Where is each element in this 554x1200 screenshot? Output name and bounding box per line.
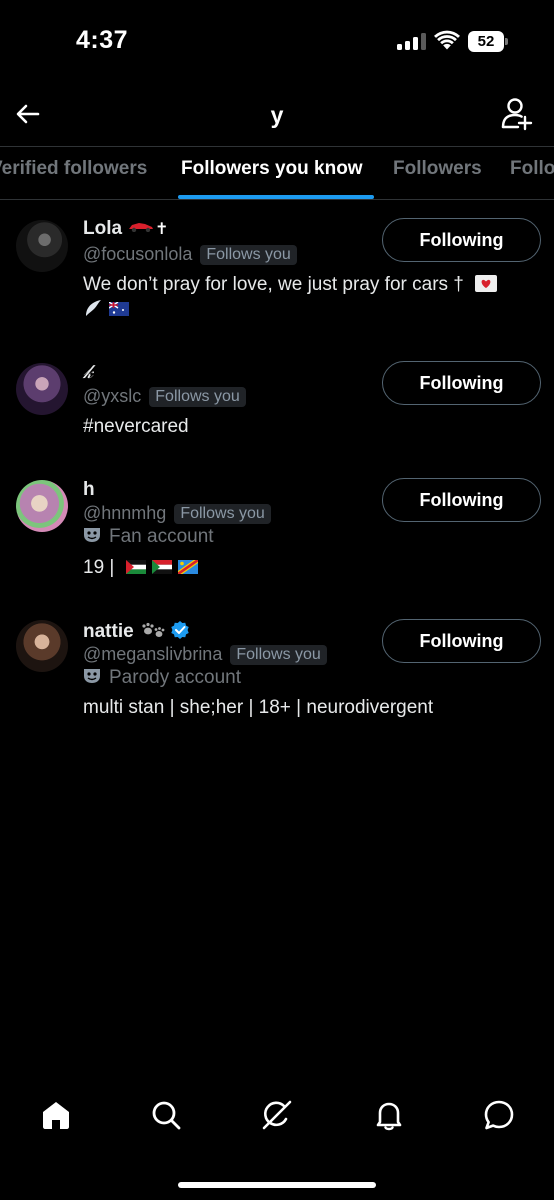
- wifi-icon: [434, 30, 460, 50]
- user-name[interactable]: Lola ✝: [83, 218, 168, 240]
- home-icon[interactable]: [39, 1098, 73, 1132]
- search-icon[interactable]: [149, 1098, 183, 1132]
- avatar[interactable]: [16, 220, 68, 272]
- notifications-bell-icon[interactable]: [372, 1098, 406, 1132]
- page-title: y: [270, 102, 284, 128]
- account-label: Parody account: [83, 667, 241, 689]
- user-bio: #nevercared: [83, 416, 189, 437]
- tab-followers[interactable]: Followers: [393, 158, 482, 180]
- following-button[interactable]: Following: [382, 619, 541, 663]
- paw-prints-emoji: [142, 622, 165, 637]
- tab-following[interactable]: Following: [510, 158, 554, 180]
- status-bar: 4:37 52: [0, 0, 554, 84]
- add-user-icon[interactable]: [498, 96, 534, 132]
- cross-emoji: ✝: [155, 221, 169, 238]
- user-handle: @meganslivbrina Follows you: [83, 644, 327, 665]
- list-item[interactable]: 𝓀 @yxslc Follows you #nevercared Followin…: [0, 350, 554, 465]
- wing-emoji: [86, 300, 101, 316]
- user-bio: 19 |: [83, 555, 523, 580]
- battery-level: 52: [468, 31, 504, 52]
- follows-you-badge: Follows you: [200, 245, 297, 265]
- following-button[interactable]: Following: [382, 478, 541, 522]
- battery-icon: 52: [468, 31, 508, 52]
- user-handle: @yxslc Follows you: [83, 386, 246, 407]
- user-handle: @focusonlola Follows you: [83, 244, 297, 265]
- tab-followers-you-know[interactable]: Followers you know: [181, 158, 363, 180]
- avatar[interactable]: [16, 480, 68, 532]
- active-tab-indicator: [178, 195, 374, 199]
- following-button[interactable]: Following: [382, 218, 541, 262]
- user-name[interactable]: 𝓀: [83, 362, 93, 384]
- home-indicator[interactable]: [178, 1182, 376, 1188]
- follows-you-badge: Follows you: [230, 645, 327, 665]
- following-button[interactable]: Following: [382, 361, 541, 405]
- bottom-navigation: [0, 1080, 554, 1160]
- australia-flag-emoji: [109, 302, 129, 316]
- top-app-bar: y: [0, 84, 554, 146]
- avatar[interactable]: [16, 620, 68, 672]
- follows-you-badge: Follows you: [174, 504, 271, 524]
- user-name[interactable]: h: [83, 479, 95, 501]
- palestine-flag-emoji: [125, 560, 146, 574]
- theater-masks-icon: [84, 528, 100, 542]
- follows-you-badge: Follows you: [149, 387, 246, 407]
- user-bio: multi stan | she;her | 18+ | neurodiverg…: [83, 697, 434, 718]
- theater-masks-icon: [84, 669, 100, 683]
- user-bio: We don’t pray for love, we just pray for…: [83, 272, 523, 322]
- list-item[interactable]: h @hnnmhg Follows you Fan account 19 | Fo…: [0, 465, 554, 605]
- verified-badge-icon: [170, 621, 189, 639]
- tab-verified-followers[interactable]: Verified followers: [0, 158, 147, 180]
- sudan-flag-emoji: [151, 560, 172, 574]
- love-letter-emoji: [475, 275, 498, 292]
- race-car-emoji: [129, 223, 154, 232]
- congo-flag-emoji: [177, 560, 198, 574]
- list-item[interactable]: nattie @meganslivbrina Follows you Parody…: [0, 605, 554, 735]
- messages-icon[interactable]: [482, 1098, 516, 1132]
- account-label: Fan account: [83, 526, 214, 548]
- user-handle: @hnnmhg Follows you: [83, 503, 271, 524]
- list-item[interactable]: Lola ✝ @focusonlola Follows you We don’t p…: [0, 200, 554, 350]
- avatar[interactable]: [16, 363, 68, 415]
- cellular-signal-icon: [397, 33, 427, 50]
- tab-bar: Verified followers Followers you know Fo…: [0, 146, 554, 200]
- status-time: 4:37: [76, 26, 129, 54]
- user-name[interactable]: nattie: [83, 619, 190, 643]
- grok-icon[interactable]: [260, 1098, 294, 1132]
